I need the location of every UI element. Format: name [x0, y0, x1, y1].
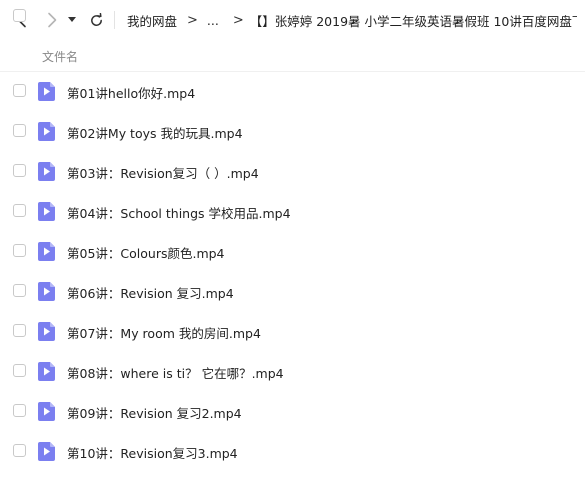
file-row[interactable]: 第07讲：My room 我的房间.mp4: [0, 312, 585, 352]
video-file-icon: [38, 442, 55, 461]
file-name: 第02讲My toys 我的玩具.mp4: [67, 126, 243, 141]
toolbar: 我的网盘 > ... > 【】张婷婷 2019暑 小学二年级英语暑假班 10讲百…: [0, 0, 585, 40]
video-file-icon: [38, 362, 55, 381]
forward-button[interactable]: [42, 10, 62, 30]
file-row[interactable]: 第06讲：Revision 复习.mp4: [0, 272, 585, 312]
file-checkbox[interactable]: [13, 364, 26, 377]
file-checkbox[interactable]: [13, 164, 26, 177]
file-checkbox[interactable]: [13, 444, 26, 457]
file-name: 第08讲：where is ti？ 它在哪？.mp4: [67, 366, 284, 381]
file-name: 第07讲：My room 我的房间.mp4: [67, 326, 261, 341]
file-row[interactable]: 第09讲：Revision 复习2.mp4: [0, 392, 585, 432]
breadcrumb-ellipsis[interactable]: ...: [207, 13, 219, 28]
file-name: 第04讲：School things 学校用品.mp4: [67, 206, 291, 221]
refresh-icon: [90, 12, 102, 26]
file-checkbox[interactable]: [13, 204, 26, 217]
breadcrumb-current-folder[interactable]: 【】张婷婷 2019暑 小学二年级英语暑假班 10讲百度网盘下载: [250, 11, 577, 30]
video-file-icon: [38, 82, 55, 101]
file-checkbox[interactable]: [13, 284, 26, 297]
file-name: 第05讲：Colours颜色.mp4: [67, 246, 225, 261]
file-row[interactable]: 第10讲：Revision复习3.mp4: [0, 432, 585, 472]
file-checkbox[interactable]: [13, 324, 26, 337]
file-checkbox[interactable]: [13, 124, 26, 137]
file-name: 第10讲：Revision复习3.mp4: [67, 446, 238, 461]
video-file-icon: [38, 162, 55, 181]
file-row[interactable]: 第01讲hello你好.mp4: [0, 72, 585, 112]
video-file-icon: [38, 322, 55, 341]
breadcrumb-separator: >: [187, 12, 198, 28]
file-row[interactable]: 第08讲：where is ti？ 它在哪？.mp4: [0, 352, 585, 392]
video-file-icon: [38, 402, 55, 421]
file-checkbox[interactable]: [13, 244, 26, 257]
video-file-icon: [38, 122, 55, 141]
file-name: 第09讲：Revision 复习2.mp4: [67, 406, 242, 421]
toolbar-divider: [114, 11, 115, 29]
file-list-header: 文件名: [0, 9, 585, 72]
file-row[interactable]: 第05讲：Colours颜色.mp4: [0, 232, 585, 272]
file-row[interactable]: 第03讲：Revision复习（ ）.mp4: [0, 152, 585, 192]
video-file-icon: [38, 202, 55, 221]
file-checkbox[interactable]: [13, 84, 26, 97]
chevron-right-icon: [48, 12, 57, 28]
file-name: 第01讲hello你好.mp4: [67, 86, 196, 101]
column-header-filename[interactable]: 文件名: [42, 48, 78, 65]
breadcrumb-root[interactable]: 我的网盘: [127, 11, 177, 30]
video-file-icon: [38, 242, 55, 261]
breadcrumb: 我的网盘 > ... > 【】张婷婷 2019暑 小学二年级英语暑假班 10讲百…: [127, 0, 577, 40]
file-row[interactable]: 第02讲My toys 我的玩具.mp4: [0, 112, 585, 152]
refresh-button[interactable]: [86, 10, 106, 30]
file-name: 第06讲：Revision 复习.mp4: [67, 286, 234, 301]
history-dropdown-button[interactable]: [65, 10, 79, 30]
caret-down-icon: [68, 17, 76, 22]
file-list: 第01讲hello你好.mp4 第02讲My toys 我的玩具.mp4 第03…: [0, 72, 585, 472]
file-row[interactable]: 第04讲：School things 学校用品.mp4: [0, 192, 585, 232]
video-file-icon: [38, 282, 55, 301]
file-checkbox[interactable]: [13, 404, 26, 417]
breadcrumb-separator: >: [232, 12, 244, 28]
select-all-checkbox[interactable]: [13, 9, 26, 22]
file-name: 第03讲：Revision复习（ ）.mp4: [67, 166, 259, 181]
